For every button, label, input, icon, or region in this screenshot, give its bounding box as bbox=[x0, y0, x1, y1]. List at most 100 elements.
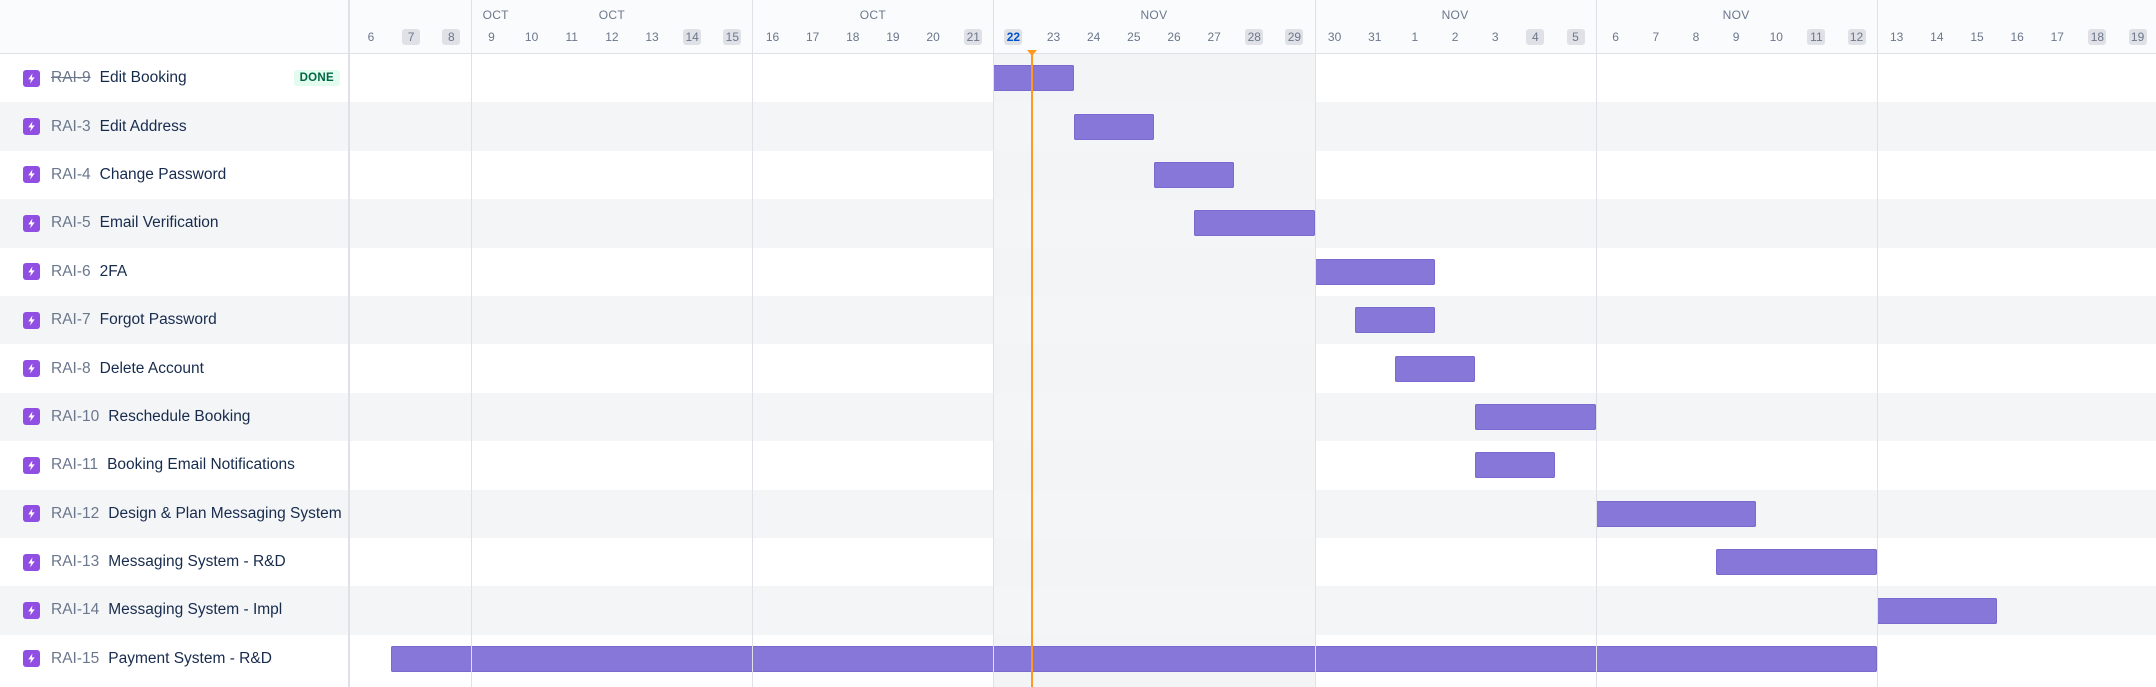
issue-key[interactable]: RAI-3 bbox=[51, 118, 91, 136]
issue-row[interactable]: RAI-13 Messaging System - R&D bbox=[0, 538, 348, 586]
day-label: 4 bbox=[1526, 29, 1545, 45]
issue-bar[interactable] bbox=[1153, 162, 1235, 188]
issue-bar[interactable] bbox=[391, 646, 1877, 672]
issue-summary[interactable]: Change Password bbox=[100, 166, 227, 184]
story-icon bbox=[23, 311, 40, 329]
issue-bar[interactable] bbox=[1314, 258, 1435, 285]
timeline-row bbox=[350, 54, 2156, 102]
day-label: 26 bbox=[1167, 30, 1181, 44]
issue-bar[interactable] bbox=[1716, 549, 1877, 576]
week-divider bbox=[1314, 0, 1316, 687]
month-label: OCT bbox=[482, 8, 509, 22]
issue-bar[interactable] bbox=[1595, 500, 1757, 527]
day-label: 15 bbox=[1970, 30, 1984, 44]
story-icon bbox=[23, 601, 40, 619]
timeline-panel[interactable]: OCT OCT OCT NOV NOV NOV 6 7 8 9 10 11 12 13 14 15 16 17 18… bbox=[350, 0, 2156, 687]
timeline-row bbox=[350, 102, 2156, 151]
issue-row[interactable]: RAI-15 Payment System - R&D bbox=[0, 635, 348, 683]
issue-key[interactable]: RAI-4 bbox=[51, 166, 91, 184]
day-label: 19 bbox=[886, 30, 900, 44]
issue-summary[interactable]: Forgot Password bbox=[100, 311, 217, 329]
story-icon bbox=[23, 214, 40, 232]
timeline-row bbox=[350, 441, 2156, 489]
day-label: 25 bbox=[1127, 30, 1141, 44]
story-icon bbox=[23, 166, 40, 184]
day-label: 12 bbox=[1847, 29, 1866, 45]
issue-row[interactable]: RAI-10 Reschedule Booking bbox=[0, 392, 348, 442]
issue-bar[interactable] bbox=[1876, 597, 1998, 624]
issue-summary[interactable]: Email Verification bbox=[100, 214, 219, 232]
issue-row[interactable]: RAI-11 Booking Email Notifications bbox=[0, 441, 348, 489]
issue-row[interactable]: RAI-6 2FA bbox=[0, 248, 348, 296]
today-line bbox=[1031, 54, 1034, 687]
day-label: 20 bbox=[926, 30, 940, 44]
issue-bar[interactable] bbox=[1475, 404, 1596, 430]
timeline-row bbox=[350, 489, 2156, 538]
issue-summary[interactable]: Messaging System - Impl bbox=[108, 601, 282, 619]
issue-summary[interactable]: Payment System - R&D bbox=[108, 650, 272, 668]
issue-key[interactable]: RAI-14 bbox=[51, 601, 99, 619]
timeline-row bbox=[350, 538, 2156, 586]
week-divider bbox=[1595, 0, 1597, 687]
issue-summary[interactable]: Delete Account bbox=[100, 360, 204, 378]
issue-key[interactable]: RAI-6 bbox=[51, 263, 91, 281]
issue-summary[interactable]: Booking Email Notifications bbox=[107, 456, 295, 474]
day-label: 17 bbox=[805, 30, 820, 44]
month-label: NOV bbox=[1441, 8, 1469, 22]
issue-key[interactable]: RAI-5 bbox=[51, 214, 91, 232]
day-label: 11 bbox=[565, 30, 578, 44]
issue-bar[interactable] bbox=[1475, 452, 1556, 479]
issue-summary[interactable]: Reschedule Booking bbox=[108, 408, 250, 426]
story-icon bbox=[23, 360, 40, 378]
day-label: 7 bbox=[1652, 30, 1660, 44]
day-label: 6 bbox=[367, 30, 375, 44]
issue-key[interactable]: RAI-9 bbox=[51, 69, 91, 87]
month-label: NOV bbox=[1722, 8, 1750, 22]
issue-list-panel: RAI-9 Edit Booking DONE RAI-3 Edit Address RA… bbox=[0, 0, 350, 687]
day-label: 9 bbox=[1732, 30, 1740, 44]
day-label: 24 bbox=[1087, 30, 1101, 44]
issue-row[interactable]: RAI-9 Edit Booking DONE bbox=[0, 54, 348, 102]
issue-key[interactable]: RAI-8 bbox=[51, 360, 91, 378]
issue-row[interactable]: RAI-4 Change Password bbox=[0, 151, 348, 199]
day-label: 13 bbox=[1890, 30, 1904, 44]
day-label: 8 bbox=[442, 29, 461, 45]
issue-key[interactable]: RAI-15 bbox=[51, 650, 99, 668]
week-divider bbox=[471, 0, 473, 687]
timeline-header: OCT OCT OCT NOV NOV NOV 6 7 8 9 10 11 12 13 14 15 16 17 18… bbox=[350, 0, 2156, 54]
issue-summary[interactable]: Messaging System - R&D bbox=[108, 553, 285, 571]
issue-bar[interactable] bbox=[1073, 113, 1154, 140]
issue-row[interactable]: RAI-3 Edit Address bbox=[0, 102, 348, 151]
day-label: 19 bbox=[2128, 29, 2147, 45]
issue-bar[interactable] bbox=[1394, 355, 1476, 382]
issue-key[interactable]: RAI-13 bbox=[51, 553, 99, 571]
day-label: 2 bbox=[1451, 30, 1459, 44]
issue-key[interactable]: RAI-7 bbox=[51, 311, 91, 329]
issue-key[interactable]: RAI-12 bbox=[51, 505, 99, 523]
week-divider bbox=[993, 0, 995, 687]
issue-row[interactable]: RAI-14 Messaging System - Impl bbox=[0, 586, 348, 635]
day-label: 13 bbox=[645, 30, 659, 44]
day-label: 11 bbox=[1807, 29, 1826, 45]
issue-bar[interactable] bbox=[1194, 210, 1315, 237]
day-label: 18 bbox=[846, 30, 860, 44]
issue-summary[interactable]: Design & Plan Messaging System bbox=[108, 505, 341, 523]
timeline-row bbox=[350, 296, 2156, 345]
day-label: 12 bbox=[605, 30, 619, 44]
issue-summary[interactable]: 2FA bbox=[100, 263, 128, 281]
issue-row[interactable]: RAI-7 Forgot Password bbox=[0, 295, 348, 345]
issue-row[interactable]: RAI-8 Delete Account bbox=[0, 344, 348, 392]
issue-bar[interactable] bbox=[1354, 307, 1435, 334]
issue-summary[interactable]: Edit Booking bbox=[100, 69, 187, 87]
month-label: NOV bbox=[1140, 8, 1168, 22]
issue-key[interactable]: RAI-10 bbox=[51, 408, 99, 426]
issue-row[interactable]: RAI-12 Design & Plan Messaging System bbox=[0, 489, 348, 538]
issue-summary[interactable]: Edit Address bbox=[100, 118, 187, 136]
story-icon bbox=[23, 263, 40, 281]
issue-row[interactable]: RAI-5 Email Verification bbox=[0, 199, 348, 248]
day-label: 31 bbox=[1368, 30, 1382, 44]
story-icon bbox=[23, 456, 40, 474]
day-label: 10 bbox=[1769, 30, 1783, 44]
issue-key[interactable]: RAI-11 bbox=[51, 456, 98, 474]
issue-list-header bbox=[0, 0, 348, 54]
